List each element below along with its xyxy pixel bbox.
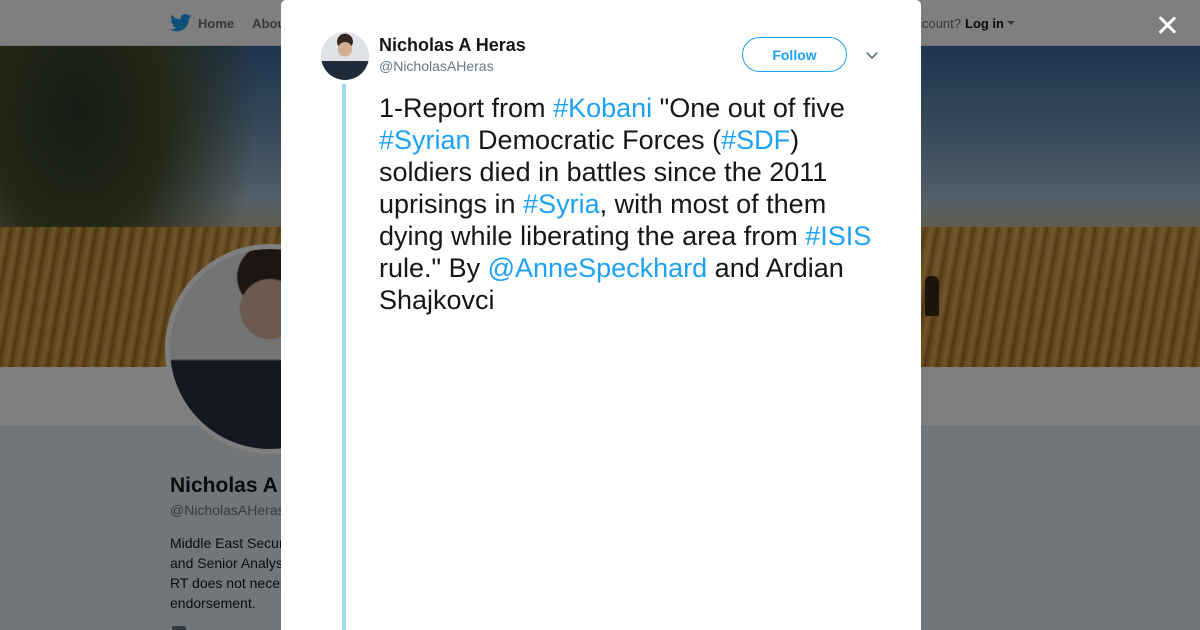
hashtag-link[interactable]: #ISIS bbox=[805, 221, 871, 251]
hashtag-link[interactable]: #Syrian bbox=[379, 125, 471, 155]
mention-link[interactable]: @AnneSpeckhard bbox=[488, 253, 708, 283]
hashtag-link[interactable]: #SDF bbox=[721, 125, 790, 155]
chevron-down-icon[interactable] bbox=[864, 47, 880, 63]
follow-button[interactable]: Follow bbox=[742, 37, 847, 72]
thread-line bbox=[342, 84, 346, 630]
tweet-text: 1-Report from #Kobani "One out of five #… bbox=[379, 92, 879, 316]
hashtag-link[interactable]: #Syria bbox=[523, 189, 600, 219]
close-icon[interactable] bbox=[1154, 12, 1180, 38]
author-handle[interactable]: @NicholasAHeras bbox=[379, 58, 494, 74]
tweet-text-segment: "One out of five bbox=[652, 93, 845, 123]
tweet-text-segment: rule." By bbox=[379, 253, 488, 283]
tweet-text-segment: 1-Report from bbox=[379, 93, 554, 123]
tweet-modal: Nicholas A Heras @NicholasAHeras Follow … bbox=[281, 0, 921, 630]
hashtag-link[interactable]: #Kobani bbox=[553, 93, 652, 123]
author-avatar[interactable] bbox=[321, 32, 369, 80]
author-name[interactable]: Nicholas A Heras bbox=[379, 35, 526, 56]
tweet-text-segment: Democratic Forces ( bbox=[470, 125, 722, 155]
